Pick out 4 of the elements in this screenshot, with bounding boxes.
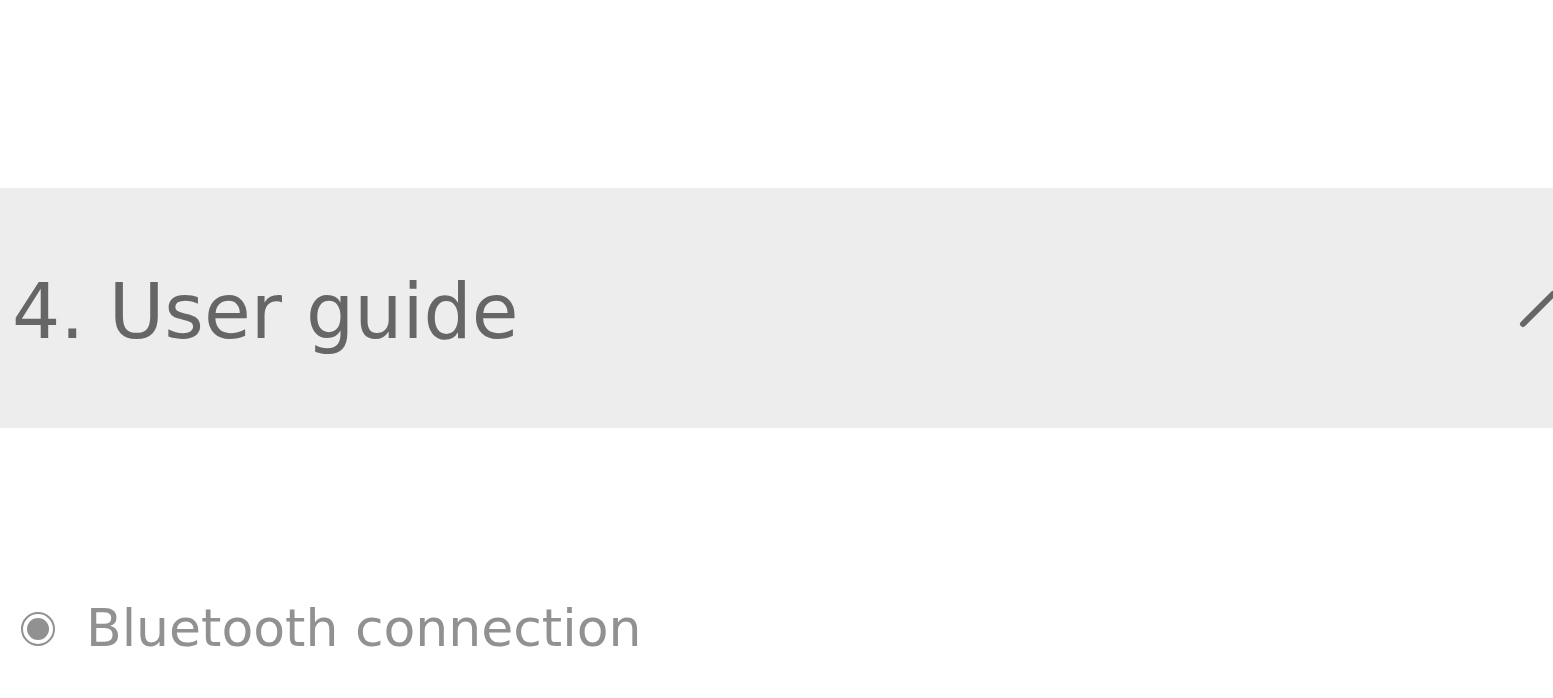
chevron-icon[interactable] — [1519, 288, 1553, 328]
section-header[interactable]: 4. User guide — [0, 188, 1553, 428]
item-label: Bluetooth connection — [86, 600, 642, 658]
radio-button[interactable] — [20, 610, 56, 647]
